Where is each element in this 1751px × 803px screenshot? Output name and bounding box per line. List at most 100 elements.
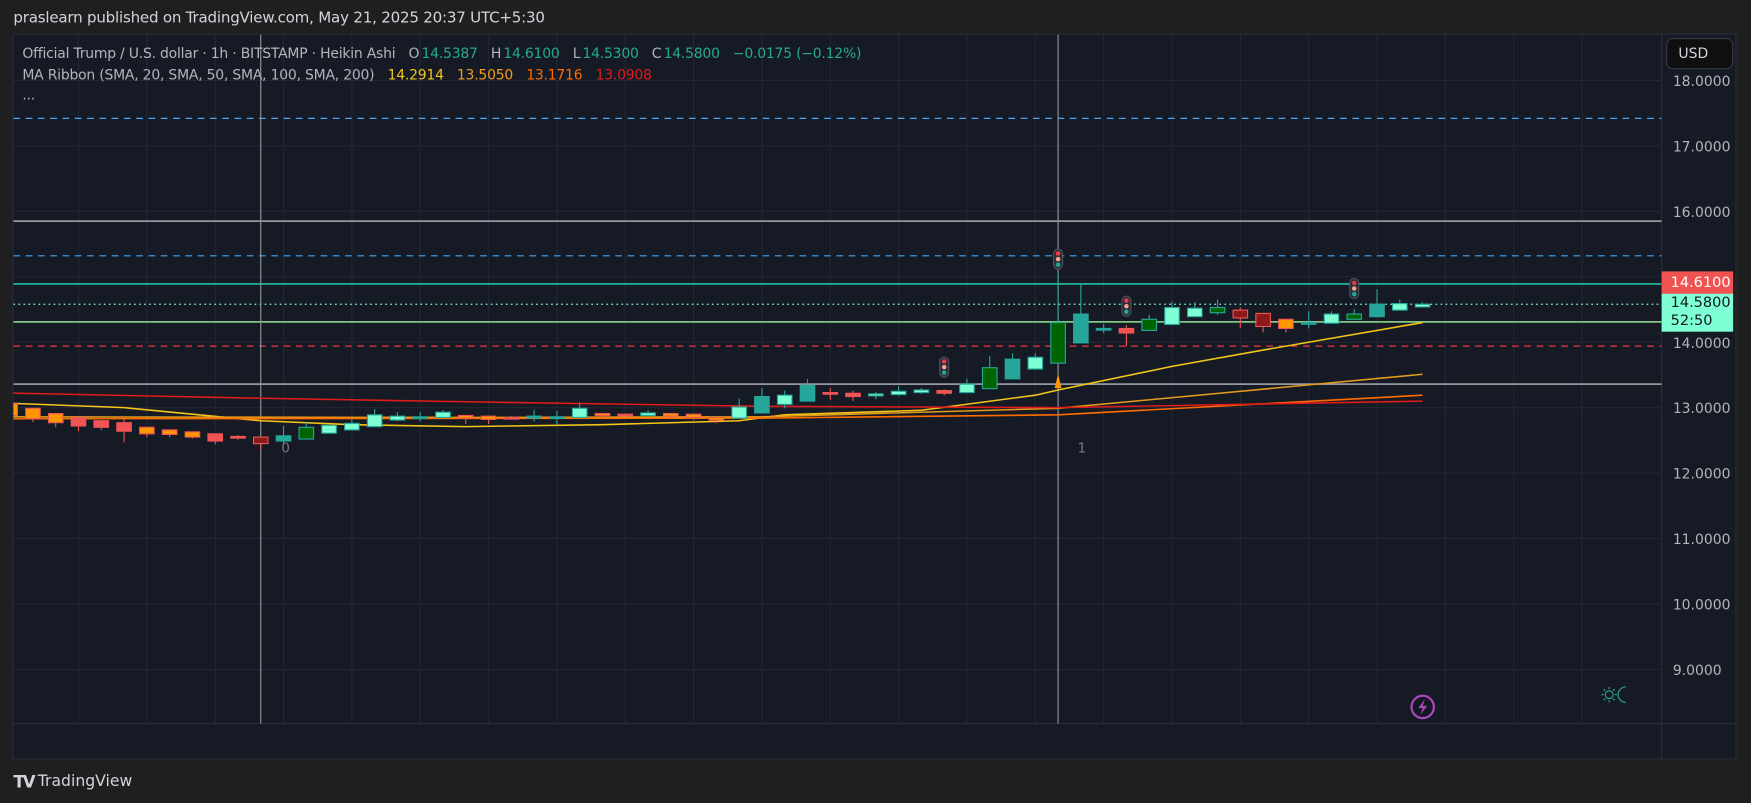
candle — [913, 388, 930, 394]
candle — [1073, 283, 1089, 344]
time-axis-label: 03:30 — [1015, 735, 1055, 751]
moon-icon — [1617, 686, 1626, 704]
signal-light-orange — [1124, 303, 1129, 309]
candle-body — [47, 412, 64, 424]
time-axis-label: 30 — [0, 735, 20, 751]
candle-body — [139, 426, 155, 435]
time-axis-label: 18:30 — [263, 735, 303, 751]
tradingview-logo[interactable]: TV TradingView — [13, 772, 132, 792]
signal-light-red — [1352, 280, 1357, 286]
candle — [1050, 272, 1066, 364]
time-axis-label: 06:30 — [537, 735, 577, 751]
time-axis-label: 12:30 — [127, 735, 167, 751]
candle-body — [549, 416, 565, 420]
candle — [1369, 289, 1385, 318]
low-label: L — [572, 44, 581, 62]
candle — [549, 410, 565, 425]
vertical-line-label-1: 1 — [1077, 440, 1087, 456]
candle-body — [389, 415, 406, 421]
ma-ribbon-legend[interactable]: MA Ribbon (SMA, 20, SMA, 50, SMA, 100, S… — [22, 66, 654, 83]
signal-light-green — [1124, 309, 1129, 315]
candle-body — [1141, 318, 1158, 331]
candle — [1278, 318, 1294, 333]
price-axis-label: 11.0000 — [1673, 532, 1731, 548]
time-axis-label: 18:30 — [1357, 735, 1397, 751]
candle — [1255, 312, 1271, 333]
signal-light-green — [1055, 262, 1061, 267]
ma-line-sma50 — [13, 373, 1423, 419]
candle-body — [1004, 358, 1021, 380]
candle — [116, 419, 132, 443]
candle — [344, 418, 360, 431]
time-axis-label: 21:30 — [879, 735, 919, 751]
candle — [1164, 301, 1180, 326]
candle-body — [754, 395, 770, 414]
candle-body — [13, 403, 18, 417]
candle-body — [184, 431, 201, 438]
candle-body — [1278, 318, 1294, 330]
candle — [959, 378, 975, 394]
signal-light-red — [1055, 251, 1061, 256]
candle-body — [822, 392, 839, 395]
candle-body — [1369, 303, 1385, 318]
candle-body — [161, 429, 178, 436]
candle — [480, 415, 497, 425]
symbol-legend: Official Trump / U.S. dollar · 1h · BITS… — [22, 45, 870, 62]
close-label: C — [651, 44, 662, 62]
tradingview-snapshot: praslearn published on TradingView.com, … — [0, 0, 1751, 803]
candle-body — [571, 407, 588, 419]
time-axis-label: 12:30 — [674, 735, 714, 751]
candle-body — [1027, 356, 1044, 370]
sun-ray — [1603, 698, 1606, 701]
candle-body — [708, 416, 725, 421]
candle — [799, 378, 816, 402]
candle-body — [981, 367, 998, 390]
sma50-value: 13.5050 — [456, 65, 514, 83]
candle-body — [913, 389, 930, 394]
candle-body — [640, 412, 656, 417]
sun-icon — [1604, 690, 1614, 700]
candle-body — [1391, 303, 1408, 311]
candle-body — [1164, 306, 1180, 326]
candle-body — [412, 416, 429, 420]
price-axis-label: 10.0000 — [1673, 598, 1731, 614]
symbol-title[interactable]: Official Trump / U.S. dollar · 1h · BITS… — [22, 45, 395, 62]
time-axis-label: 06:30 — [1084, 735, 1124, 751]
lightning-icon[interactable] — [1410, 694, 1435, 720]
more-indicators-button[interactable]: ... — [22, 86, 35, 103]
candle — [366, 408, 383, 428]
price-chart[interactable]: 30 09:30 12:30 15:30 18:30 21:30 20 03:30 06:30 0… — [0, 0, 1751, 803]
candle-body — [1232, 309, 1249, 319]
time-axis-label: 03:30 — [468, 735, 508, 751]
candle-body — [321, 424, 337, 434]
signal-marker — [939, 356, 950, 378]
candle — [1391, 299, 1408, 311]
price-axis-label: 17.0000 — [1673, 139, 1731, 155]
currency-button[interactable]: USD — [1666, 37, 1734, 70]
time-axis-label: 15:30 — [195, 735, 235, 751]
candle — [457, 414, 474, 425]
sun-moon-icon — [1601, 686, 1626, 704]
candle-body — [1209, 306, 1226, 314]
candle-body — [207, 433, 224, 442]
candle — [1004, 353, 1021, 380]
candle-body — [731, 406, 747, 419]
tradingview-logo-icon: TV — [13, 771, 35, 792]
time-axis-label: 15:30 — [1289, 735, 1329, 751]
candle — [1027, 353, 1044, 370]
signal-light-red — [1124, 298, 1129, 303]
time-axis-label: 18:30 — [810, 735, 850, 751]
time-axis-label: 09:30 — [58, 735, 98, 751]
candle-body — [594, 412, 611, 417]
candle — [1095, 323, 1112, 334]
candle — [1118, 325, 1135, 347]
candle — [252, 436, 269, 451]
candle — [161, 429, 178, 438]
high-label: H — [490, 44, 502, 62]
candle — [822, 388, 839, 400]
time-axis-label: 20 — [411, 735, 431, 751]
plot-area — [13, 34, 1662, 724]
price-axis-label: 14.0000 — [1673, 336, 1731, 352]
tradingview-brand: TradingView — [37, 772, 133, 791]
candle-body — [1323, 313, 1340, 324]
